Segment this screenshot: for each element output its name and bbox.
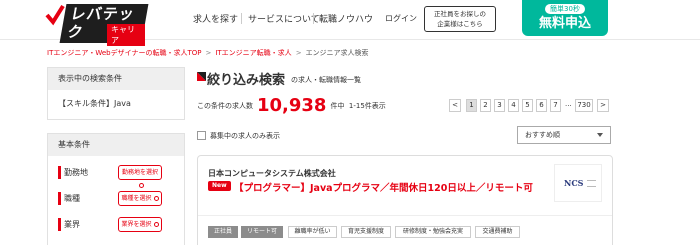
company-logo-text: NCS: [564, 178, 584, 188]
nav-divider: [241, 13, 242, 24]
condition-row-industry: 業界 業界を選択: [48, 212, 184, 238]
pager-next[interactable]: >: [597, 99, 609, 112]
page-subtitle: の求人・転職情報一覧: [291, 76, 361, 84]
site-header: レバテック キャリア 求人を探す サービスについて 転職ノウハウ ログイン 正社…: [0, 0, 700, 46]
condition-label-job-type: 職種: [64, 194, 80, 203]
pager-prev[interactable]: <: [449, 99, 461, 112]
basic-conditions-heading: 基本条件: [48, 134, 184, 156]
tag-remote: リモート可: [241, 226, 283, 238]
tag-employment-type: 正社員: [208, 226, 238, 238]
pager-page-4[interactable]: 4: [508, 99, 519, 112]
signup-sub-label: 簡単30秒: [545, 4, 585, 14]
count-suffix: 件中: [330, 102, 345, 110]
sort-select[interactable]: おすすめ順: [517, 126, 611, 144]
levtech-career-logo[interactable]: レバテック キャリア: [45, 4, 149, 46]
select-job-type-button[interactable]: 職種を選択: [118, 191, 162, 206]
condition-row-job-type: 職種 職種を選択: [48, 186, 184, 212]
page-title: 絞り込み検索: [207, 73, 286, 88]
condition-label-industry: 業界: [64, 220, 80, 229]
condition-marker: [58, 192, 61, 205]
tag-transport-allowance: 交通費補助: [475, 226, 520, 238]
pager-page-3[interactable]: 3: [494, 99, 505, 112]
current-conditions-heading: 表示中の検索条件: [48, 68, 184, 90]
select-location-label: 勤務地を選択: [121, 169, 158, 176]
select-job-type-label: 職種を選択: [121, 195, 152, 202]
count-number: 10,938: [257, 95, 327, 116]
basic-conditions-panel: 基本条件 勤務地 勤務地を選択 職種 職種を選択 業界 業界を選択: [47, 133, 185, 245]
flag-icon: [197, 72, 206, 81]
nav-know-how[interactable]: 転職ノウハウ: [319, 12, 373, 25]
chevron-down-icon: [597, 133, 603, 137]
breadcrumb-current: エンジニア求人検索: [305, 49, 369, 57]
tag-low-turnover: 離職率が低い: [288, 226, 337, 238]
plus-circle-icon: [153, 222, 159, 227]
select-location-button[interactable]: 勤務地を選択: [118, 165, 162, 188]
condition-row-location: 勤務地 勤務地を選択: [48, 160, 184, 188]
job-title[interactable]: 【プログラマー】Javaプログラマ／年間休日120日以上／リモート可: [234, 180, 533, 194]
new-badge: New: [208, 181, 231, 191]
free-signup-button[interactable]: 簡単30秒 無料申込: [522, 0, 608, 36]
corp-btn-line1: 正社員をお探しの: [434, 10, 486, 18]
select-industry-button[interactable]: 業界を選択: [118, 217, 162, 232]
pager-page-last[interactable]: 730: [575, 99, 593, 112]
breadcrumb-it-engineer[interactable]: ITエンジニア転職・求人: [215, 49, 291, 57]
condition-label-location: 勤務地: [64, 168, 88, 177]
select-industry-label: 業界を選択: [121, 221, 152, 228]
nav-find-jobs[interactable]: 求人を探す: [193, 12, 238, 25]
signup-main-label: 無料申込: [538, 16, 591, 31]
result-count: この条件の求人数 10,938 件中 1-15件表示: [197, 95, 386, 116]
pager-page-6[interactable]: 6: [536, 99, 547, 112]
nav-divider: [313, 13, 314, 24]
pager-page-2[interactable]: 2: [480, 99, 491, 112]
tag-training: 研修制度・勉強会充実: [395, 226, 471, 238]
corp-btn-line2: 企業様はこちら: [437, 20, 483, 28]
current-conditions-panel: 表示中の検索条件 【スキル条件】Java: [47, 67, 185, 120]
pager-ellipsis: ...: [565, 100, 572, 108]
breadcrumb-separator: >: [205, 49, 212, 57]
company-name[interactable]: 日本コンピュータシステム株式会社: [208, 168, 336, 179]
pager-page-7[interactable]: 7: [550, 99, 561, 112]
logo-lines: [587, 180, 596, 187]
corporate-inquiry-button[interactable]: 正社員をお探しの 企業様はこちら: [424, 6, 496, 32]
condition-marker: [58, 218, 61, 231]
pager-page-1[interactable]: 1: [466, 99, 477, 112]
card-divider: [198, 215, 612, 216]
open-jobs-only-label[interactable]: 募集中の求人のみ表示: [210, 131, 280, 141]
count-range: 1-15件表示: [348, 102, 386, 110]
current-condition-value: 【スキル条件】Java: [58, 99, 131, 108]
login-link[interactable]: ログイン: [385, 13, 417, 24]
job-card[interactable]: 日本コンピュータシステム株式会社 New 【プログラマー】Javaプログラマ／年…: [197, 155, 613, 245]
tag-childcare-support: 育児支援制度: [341, 226, 391, 238]
condition-marker: [58, 166, 61, 179]
breadcrumb-top[interactable]: ITエンジニア・Webデザイナーの転職・求人TOP: [47, 49, 201, 57]
logo-subtext: キャリア: [107, 24, 145, 46]
company-logo: NCS: [554, 164, 602, 202]
sort-value: おすすめ順: [525, 131, 560, 139]
nav-about-service[interactable]: サービスについて: [248, 12, 320, 25]
breadcrumb-separator: >: [295, 49, 302, 57]
pager-page-5[interactable]: 5: [522, 99, 533, 112]
breadcrumb: ITエンジニア・Webデザイナーの転職・求人TOP > ITエンジニア転職・求人 > エ…: [47, 48, 369, 58]
count-prefix: この条件の求人数: [197, 102, 253, 110]
open-jobs-only-checkbox[interactable]: [197, 131, 206, 140]
plus-circle-icon: [153, 196, 159, 201]
